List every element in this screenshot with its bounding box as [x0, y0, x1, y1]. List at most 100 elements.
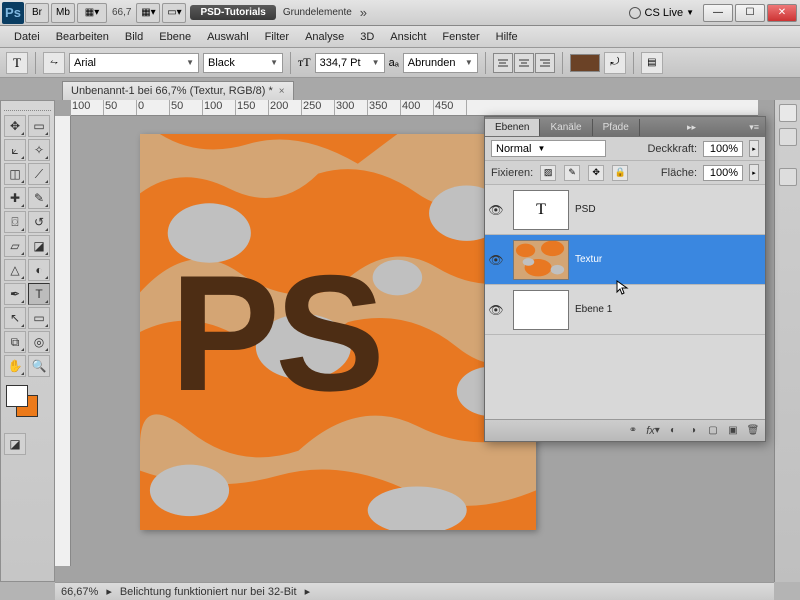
hand-tool[interactable]: ✋: [4, 355, 26, 377]
menu-ebene[interactable]: Ebene: [151, 28, 199, 46]
adjustment-layer-icon[interactable]: ◑: [685, 423, 701, 439]
menu-auswahl[interactable]: Auswahl: [199, 28, 257, 46]
view-extras-button[interactable]: ▦▾: [136, 3, 160, 23]
eraser-tool[interactable]: ▱: [4, 235, 26, 257]
link-layers-icon[interactable]: ⚭: [625, 423, 641, 439]
maximize-button[interactable]: ☐: [735, 4, 765, 22]
wand-tool[interactable]: ✧: [28, 139, 50, 161]
visibility-toggle[interactable]: 👁: [485, 203, 507, 217]
history-brush-tool[interactable]: ↺: [28, 211, 50, 233]
visibility-toggle[interactable]: 👁: [485, 303, 507, 317]
panel-collapse-icon[interactable]: ▸▸: [681, 122, 702, 133]
status-arrow-icon[interactable]: ▸: [106, 585, 112, 598]
tab-pfade[interactable]: Pfade: [593, 119, 640, 136]
menu-3d[interactable]: 3D: [352, 28, 382, 46]
stamp-tool[interactable]: ⌼: [4, 211, 26, 233]
workspace-label[interactable]: Grundelemente: [283, 7, 352, 18]
minimize-button[interactable]: —: [703, 4, 733, 22]
opacity-field[interactable]: 100%: [703, 141, 743, 157]
cslive-button[interactable]: CS Live▼: [629, 7, 694, 19]
blur-tool[interactable]: △: [4, 259, 26, 281]
align-center-button[interactable]: [514, 53, 534, 73]
visibility-toggle[interactable]: 👁: [485, 253, 507, 267]
panel-menu-icon[interactable]: ▾≡: [743, 122, 765, 133]
workspace-pill[interactable]: PSD-Tutorials: [190, 5, 275, 20]
layer-name[interactable]: PSD: [575, 204, 596, 215]
minibridge-button[interactable]: Mb: [51, 3, 75, 23]
menu-ansicht[interactable]: Ansicht: [382, 28, 434, 46]
menu-datei[interactable]: Datei: [6, 28, 48, 46]
warp-text-button[interactable]: ⤾: [604, 52, 626, 74]
dock-styles-icon[interactable]: [779, 168, 797, 186]
dock-adjustments-icon[interactable]: [779, 128, 797, 146]
document-canvas[interactable]: PS: [140, 134, 536, 530]
delete-layer-icon[interactable]: 🗑: [745, 423, 761, 439]
layer-thumbnail[interactable]: T: [513, 190, 569, 230]
zoom-display[interactable]: 66,7: [112, 7, 131, 18]
layer-mask-icon[interactable]: ◐: [665, 423, 681, 439]
lock-paint-icon[interactable]: ✎: [564, 165, 580, 181]
document-tab[interactable]: Unbenannt-1 bei 66,7% (Textur, RGB/8) * …: [62, 81, 294, 100]
layer-psd[interactable]: 👁 T PSD: [485, 185, 765, 235]
path-select-tool[interactable]: ↖: [4, 307, 26, 329]
font-style-dropdown[interactable]: Black▼: [203, 53, 283, 73]
layer-group-icon[interactable]: ▢: [705, 423, 721, 439]
layer-textur[interactable]: 👁 Textur: [485, 235, 765, 285]
blend-mode-dropdown[interactable]: Normal▼: [491, 140, 606, 157]
brush-tool[interactable]: ✎: [28, 187, 50, 209]
screen-mode-button[interactable]: ▭▾: [162, 3, 186, 23]
close-button[interactable]: ✕: [767, 4, 797, 22]
layer-thumbnail[interactable]: [513, 240, 569, 280]
layer-fx-icon[interactable]: fx▾: [645, 423, 661, 439]
workspace-more-icon[interactable]: »: [360, 5, 367, 20]
lock-transparent-icon[interactable]: ▨: [540, 165, 556, 181]
type-tool[interactable]: T: [28, 283, 50, 305]
layer-ebene1[interactable]: 👁 Ebene 1: [485, 285, 765, 335]
lasso-tool[interactable]: ⟀: [4, 139, 26, 161]
dock-layers-icon[interactable]: [779, 104, 797, 122]
text-orientation-button[interactable]: ⥊: [43, 52, 65, 74]
tab-close-icon[interactable]: ×: [279, 86, 285, 97]
crop-tool[interactable]: ◫: [4, 163, 26, 185]
marquee-tool[interactable]: ▭: [28, 115, 50, 137]
lock-all-icon[interactable]: 🔒: [612, 165, 628, 181]
status-zoom[interactable]: 66,67%: [61, 586, 98, 598]
font-size-dropdown[interactable]: 334,7 Pt▼: [315, 53, 385, 73]
status-menu-icon[interactable]: ▸: [305, 585, 311, 598]
menu-analyse[interactable]: Analyse: [297, 28, 352, 46]
fill-stepper[interactable]: ▸: [749, 164, 759, 181]
3d-camera-tool[interactable]: ◎: [28, 331, 50, 353]
bridge-button[interactable]: Br: [25, 3, 49, 23]
foreground-color[interactable]: [6, 385, 28, 407]
font-family-dropdown[interactable]: Arial▼: [69, 53, 199, 73]
tab-kanaele[interactable]: Kanäle: [540, 119, 592, 136]
opacity-stepper[interactable]: ▸: [749, 140, 759, 157]
align-right-button[interactable]: [535, 53, 555, 73]
lock-position-icon[interactable]: ✥: [588, 165, 604, 181]
text-color-swatch[interactable]: [570, 54, 600, 72]
shape-tool[interactable]: ▭: [28, 307, 50, 329]
gradient-tool[interactable]: ◪: [28, 235, 50, 257]
arrange-button[interactable]: ▦▾: [77, 3, 107, 23]
menu-filter[interactable]: Filter: [257, 28, 297, 46]
pen-tool[interactable]: ✒: [4, 283, 26, 305]
zoom-tool[interactable]: 🔍: [28, 355, 50, 377]
3d-tool[interactable]: ⧉: [4, 331, 26, 353]
dodge-tool[interactable]: ◐: [28, 259, 50, 281]
menu-hilfe[interactable]: Hilfe: [488, 28, 526, 46]
color-wells[interactable]: [4, 383, 44, 423]
move-tool[interactable]: ✥: [4, 115, 26, 137]
align-left-button[interactable]: [493, 53, 513, 73]
new-layer-icon[interactable]: ▣: [725, 423, 741, 439]
layer-name[interactable]: Ebene 1: [575, 304, 612, 315]
heal-tool[interactable]: ✚: [4, 187, 26, 209]
menu-bearbeiten[interactable]: Bearbeiten: [48, 28, 117, 46]
layer-thumbnail[interactable]: [513, 290, 569, 330]
menu-fenster[interactable]: Fenster: [434, 28, 487, 46]
layer-name[interactable]: Textur: [575, 254, 602, 265]
antialias-dropdown[interactable]: Abrunden▼: [403, 53, 478, 73]
tab-ebenen[interactable]: Ebenen: [485, 119, 540, 136]
fill-field[interactable]: 100%: [703, 165, 743, 181]
character-panel-button[interactable]: ▤: [641, 52, 663, 74]
menu-bild[interactable]: Bild: [117, 28, 151, 46]
